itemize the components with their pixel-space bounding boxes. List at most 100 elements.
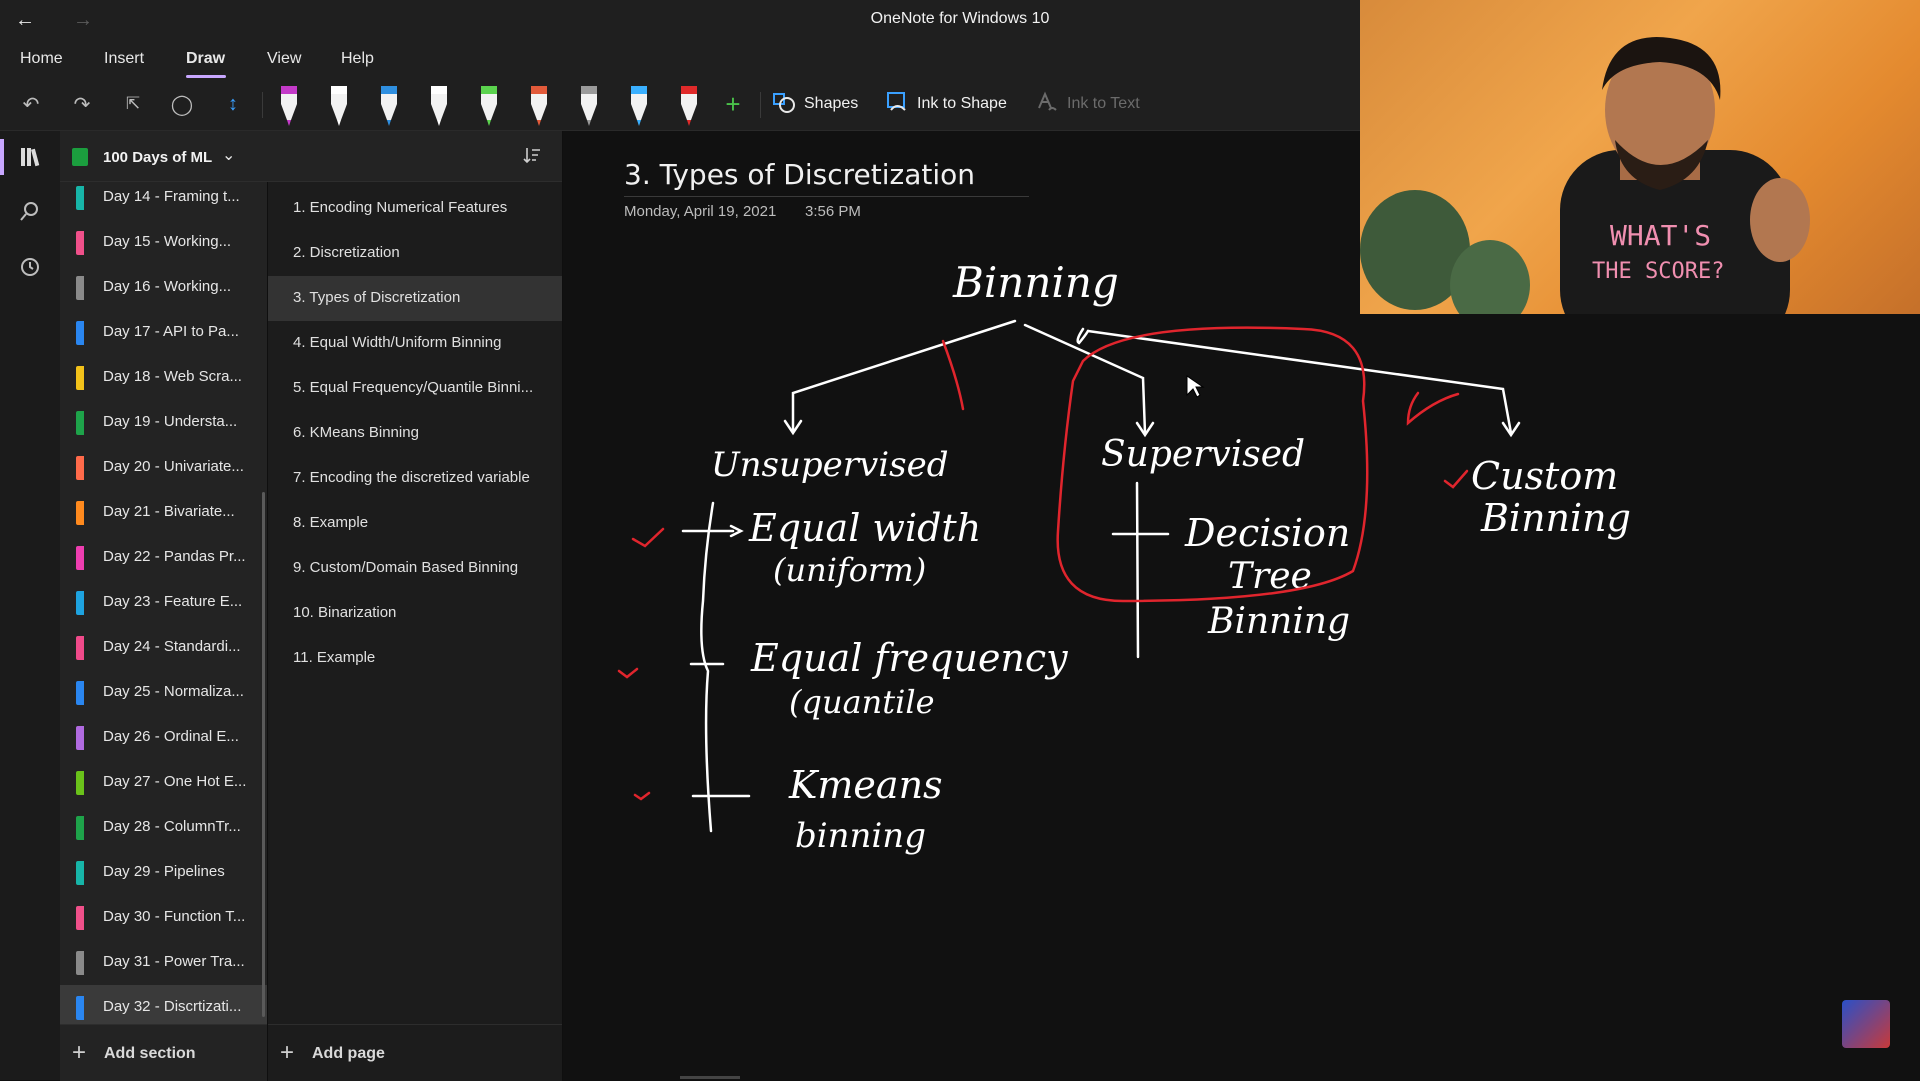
section-label: Day 29 - Pipelines bbox=[103, 863, 225, 880]
section-item[interactable]: Day 23 - Feature E... bbox=[60, 580, 267, 625]
section-item[interactable]: Day 27 - One Hot E... bbox=[60, 760, 267, 805]
ribbon-tabs: Home Insert Draw View Help bbox=[0, 40, 1360, 78]
sort-icon[interactable] bbox=[522, 145, 542, 170]
section-label: Day 16 - Working... bbox=[103, 278, 232, 295]
tab-insert[interactable]: Insert bbox=[104, 50, 144, 68]
section-item[interactable]: Day 14 - Framing t... bbox=[60, 175, 267, 220]
navigation-rail bbox=[0, 131, 60, 1080]
section-item[interactable]: Day 21 - Bivariate... bbox=[60, 490, 267, 535]
section-item[interactable]: Day 31 - Power Tra... bbox=[60, 940, 267, 985]
pen-icon[interactable] bbox=[472, 82, 506, 128]
section-label: Day 20 - Univariate... bbox=[103, 458, 244, 475]
notebook-icon bbox=[72, 148, 88, 166]
section-label: Day 25 - Normaliza... bbox=[103, 683, 244, 700]
section-label: Day 27 - One Hot E... bbox=[103, 773, 247, 790]
section-color-tab bbox=[76, 546, 84, 570]
shirt-text-line-1: WHAT'S bbox=[1610, 219, 1711, 252]
rail-active-indicator bbox=[0, 139, 4, 175]
section-label: Day 17 - API to Pa... bbox=[103, 323, 239, 340]
section-item[interactable]: Day 18 - Web Scra... bbox=[60, 355, 267, 400]
page-label: 4. Equal Width/Uniform Binning bbox=[293, 334, 502, 351]
section-color-tab bbox=[76, 591, 84, 615]
tab-view[interactable]: View bbox=[267, 50, 301, 68]
pen-icon[interactable] bbox=[572, 82, 606, 128]
unsupervised-item-2: Equal frequency bbox=[750, 636, 1068, 680]
section-item[interactable]: Day 25 - Normaliza... bbox=[60, 670, 267, 715]
page-label: 11. Example bbox=[293, 649, 376, 666]
pen-icon[interactable] bbox=[272, 82, 306, 128]
add-space-icon[interactable]: ↕ bbox=[216, 88, 250, 120]
channel-logo bbox=[1842, 1000, 1890, 1048]
page-item[interactable]: 11. Example bbox=[268, 636, 562, 681]
section-item[interactable]: Day 29 - Pipelines bbox=[60, 850, 267, 895]
section-label: Day 19 - Understa... bbox=[103, 413, 238, 430]
tab-help[interactable]: Help bbox=[341, 50, 374, 68]
chevron-down-icon[interactable]: ⌄ bbox=[222, 145, 235, 165]
page-label: 7. Encoding the discretized variable bbox=[293, 469, 530, 486]
section-item[interactable]: Day 30 - Function T... bbox=[60, 895, 267, 940]
add-page-button[interactable]: + Add page bbox=[268, 1024, 562, 1081]
pen-icon[interactable] bbox=[372, 82, 406, 128]
section-scrollbar[interactable] bbox=[262, 492, 265, 1017]
page-item[interactable]: 9. Custom/Domain Based Binning bbox=[268, 546, 562, 591]
page-item[interactable]: 3. Types of Discretization bbox=[268, 276, 562, 321]
section-item[interactable]: Day 16 - Working... bbox=[60, 265, 267, 310]
tab-draw[interactable]: Draw bbox=[186, 50, 225, 68]
search-icon[interactable] bbox=[12, 193, 48, 229]
section-item[interactable]: Day 22 - Pandas Pr... bbox=[60, 535, 267, 580]
unsupervised-heading: Unsupervised bbox=[711, 445, 948, 485]
section-item[interactable]: Day 19 - Understa... bbox=[60, 400, 267, 445]
add-pen-icon[interactable]: + bbox=[716, 88, 750, 120]
pen-icon[interactable] bbox=[672, 82, 706, 128]
unsupervised-item-3: Kmeans bbox=[788, 763, 943, 807]
plus-icon: + bbox=[72, 1039, 87, 1066]
section-item[interactable]: Day 15 - Working... bbox=[60, 220, 267, 265]
red-arrow-stroke bbox=[941, 339, 965, 411]
section-item[interactable]: Day 28 - ColumnTr... bbox=[60, 805, 267, 850]
page-item[interactable]: 1. Encoding Numerical Features bbox=[268, 186, 562, 231]
section-item[interactable]: Day 20 - Univariate... bbox=[60, 445, 267, 490]
page-item[interactable]: 2. Discretization bbox=[268, 231, 562, 276]
ink-to-text-button[interactable]: Ink to Text bbox=[1035, 88, 1140, 120]
presenter-image: WHAT'S THE SCORE? bbox=[1560, 37, 1810, 314]
plus-icon: + bbox=[280, 1039, 295, 1066]
undo-icon[interactable]: ↶ bbox=[14, 88, 48, 120]
section-color-tab bbox=[76, 321, 84, 345]
page-item[interactable]: 10. Binarization bbox=[268, 591, 562, 636]
plant-leaf bbox=[1450, 240, 1530, 314]
recent-clock-icon[interactable] bbox=[12, 249, 48, 285]
tab-home[interactable]: Home bbox=[20, 50, 63, 68]
pen-icon[interactable] bbox=[522, 82, 556, 128]
pen-icon[interactable] bbox=[622, 82, 656, 128]
section-color-tab bbox=[76, 681, 84, 705]
page-item[interactable]: 6. KMeans Binning bbox=[268, 411, 562, 456]
section-item[interactable]: Day 24 - Standardi... bbox=[60, 625, 267, 670]
section-label: Day 23 - Feature E... bbox=[103, 593, 243, 610]
section-color-tab bbox=[76, 501, 84, 525]
supervised-item-line-1: Decision bbox=[1184, 511, 1350, 555]
shape-select-icon[interactable]: ◯ bbox=[165, 88, 199, 120]
notebooks-icon[interactable] bbox=[12, 139, 48, 175]
toolbar-divider bbox=[760, 92, 761, 118]
red-curved-arrow bbox=[1406, 391, 1460, 426]
ink-loop bbox=[1076, 327, 1090, 345]
page-item[interactable]: 8. Example bbox=[268, 501, 562, 546]
page-item[interactable]: 4. Equal Width/Uniform Binning bbox=[268, 321, 562, 366]
section-label: Day 14 - Framing t... bbox=[103, 188, 240, 205]
pen-icon[interactable] bbox=[422, 82, 456, 128]
branch-unsupervised bbox=[791, 319, 1017, 433]
horizontal-scrollbar[interactable] bbox=[680, 1076, 740, 1079]
lasso-select-icon[interactable]: ⇱ bbox=[116, 88, 150, 120]
page-item[interactable]: 7. Encoding the discretized variable bbox=[268, 456, 562, 501]
shapes-button[interactable]: Shapes bbox=[772, 88, 858, 120]
pen-icon[interactable] bbox=[322, 82, 356, 128]
check-mark-custom bbox=[1443, 469, 1469, 489]
section-item[interactable]: Day 26 - Ordinal E... bbox=[60, 715, 267, 760]
page-item[interactable]: 5. Equal Frequency/Quantile Binni... bbox=[268, 366, 562, 411]
add-section-button[interactable]: + Add section bbox=[60, 1024, 267, 1081]
ink-to-shape-button[interactable]: Ink to Shape bbox=[885, 88, 1007, 120]
redo-icon[interactable]: ↷ bbox=[65, 88, 99, 120]
section-item[interactable]: Day 17 - API to Pa... bbox=[60, 310, 267, 355]
check-mark-kmeans bbox=[633, 791, 651, 801]
page-label: 10. Binarization bbox=[293, 604, 397, 621]
